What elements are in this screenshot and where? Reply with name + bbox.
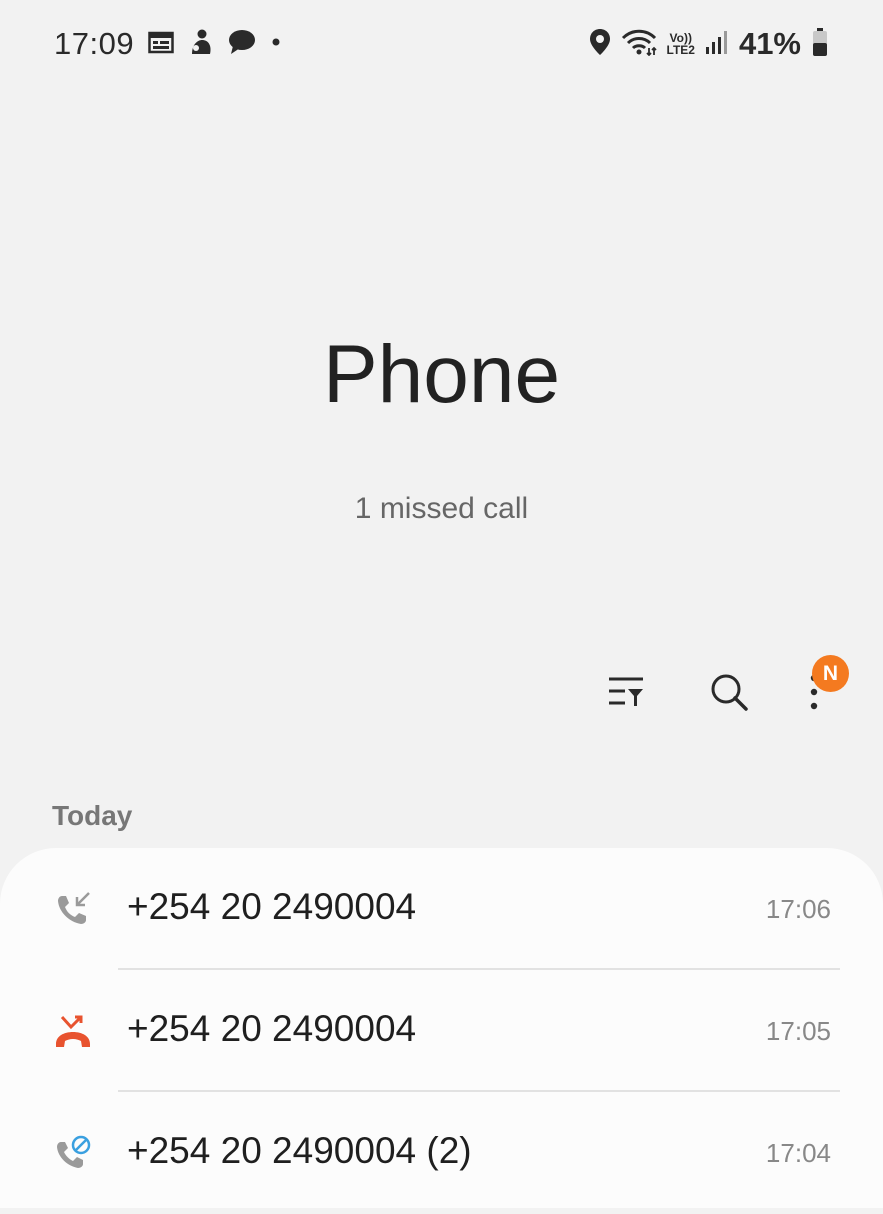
volte-bottom-label: LTE2 [666, 43, 695, 57]
call-number: +254 20 2490004 [127, 1008, 417, 1049]
call-log-row[interactable]: +254 20 2490004 (2) 17:04 [0, 1092, 883, 1214]
message-icon [228, 29, 256, 60]
call-log-row[interactable]: +254 20 2490004 17:05 [0, 970, 883, 1092]
app-notification-icon [188, 28, 214, 61]
signal-icon [705, 29, 729, 60]
new-badge: N [812, 655, 849, 692]
incoming-call-icon [54, 890, 92, 928]
missed-call-icon [54, 1012, 92, 1050]
blocked-call-icon [54, 1134, 92, 1172]
search-icon [709, 672, 749, 717]
search-button[interactable] [699, 664, 759, 724]
status-bar: 17:09 Vo)) LTE2 41% [0, 0, 883, 92]
status-right: Vo)) LTE2 41% [589, 26, 830, 62]
call-log-row[interactable]: +254 20 2490004 17:06 [0, 848, 883, 970]
wifi-icon [621, 28, 657, 61]
call-number: +254 20 2490004 [127, 886, 417, 927]
section-label-today: Today [52, 800, 133, 831]
more-notifications-dot [270, 35, 282, 53]
battery-percentage: 41% [738, 26, 801, 61]
battery-icon [811, 27, 829, 62]
volte-icon: Vo)) LTE2 [667, 32, 695, 56]
call-time: 17:06 [765, 894, 831, 924]
calendar-icon [148, 30, 174, 59]
call-log-card: +254 20 2490004 17:06 +254 20 2490004 17… [0, 848, 883, 1208]
missed-call-summary: 1 missed call [354, 492, 529, 525]
page-title: Phone [322, 329, 561, 420]
status-left: 17:09 [54, 26, 282, 62]
filter-button[interactable] [596, 664, 656, 724]
call-time: 17:04 [765, 1138, 831, 1168]
call-number: +254 20 2490004 (2) [127, 1130, 472, 1171]
call-time: 17:05 [765, 1016, 831, 1046]
status-time: 17:09 [54, 26, 135, 61]
filter-icon [607, 675, 645, 714]
location-icon [589, 28, 611, 61]
